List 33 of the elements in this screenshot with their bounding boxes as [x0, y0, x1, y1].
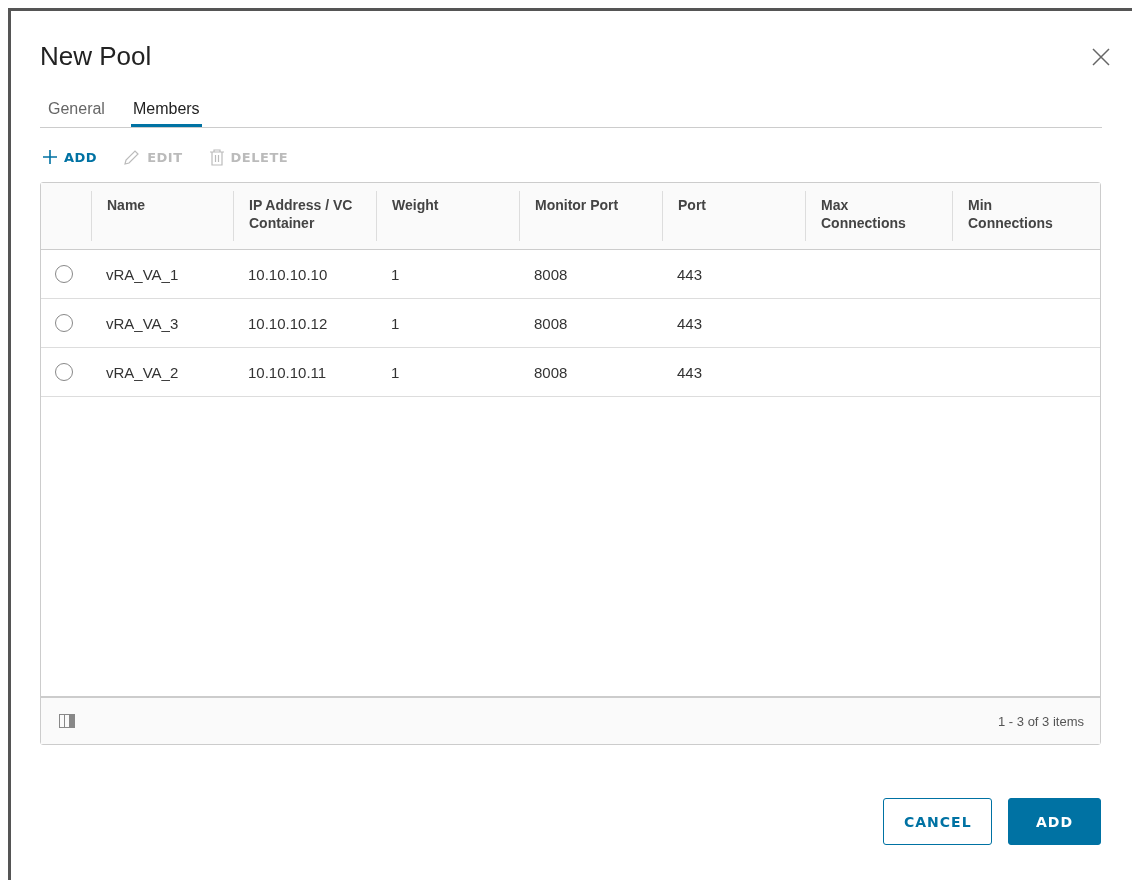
column-header[interactable]: Min Connections [968, 196, 1073, 232]
table-cell: vRA_VA_3 [106, 314, 179, 332]
pagination-count: 1 - 3 of 3 items [998, 713, 1084, 729]
dialog-title: New Pool [40, 41, 152, 72]
table-cell: 8008 [534, 265, 568, 283]
columns-icon[interactable] [59, 714, 75, 728]
table-cell: 1 [391, 363, 400, 381]
table-cell: vRA_VA_1 [106, 265, 179, 283]
column-header[interactable]: Monitor Port [535, 196, 640, 214]
table-cell: 10.10.10.10 [248, 265, 328, 283]
table-cell: 8008 [534, 363, 568, 381]
close-icon[interactable] [1092, 47, 1110, 66]
table-cell: 1 [391, 265, 400, 283]
column-header[interactable]: Name [107, 196, 212, 214]
column-header[interactable]: Port [678, 196, 783, 214]
column-header[interactable]: Max Connections [821, 196, 926, 232]
trash-icon [208, 148, 225, 166]
table-cell: 443 [677, 314, 703, 332]
column-header[interactable]: Weight [392, 196, 497, 214]
table-cell: 443 [677, 363, 703, 381]
cancel-button[interactable]: CANCEL [883, 798, 992, 845]
table-cell: 1 [391, 314, 400, 332]
add-button[interactable]: ADD [1008, 798, 1101, 845]
table-cell: 8008 [534, 314, 568, 332]
table-cell: 10.10.10.12 [248, 314, 328, 332]
plus-icon [42, 149, 58, 165]
table-cell: 10.10.10.11 [248, 363, 327, 381]
tab[interactable]: Members [130, 100, 202, 127]
column-header[interactable]: IP Address / VC Container [249, 196, 354, 232]
table-cell: 443 [677, 265, 703, 283]
add-button[interactable]: ADD [42, 148, 98, 166]
tab[interactable]: General [46, 100, 107, 127]
table-cell: vRA_VA_2 [106, 363, 179, 381]
